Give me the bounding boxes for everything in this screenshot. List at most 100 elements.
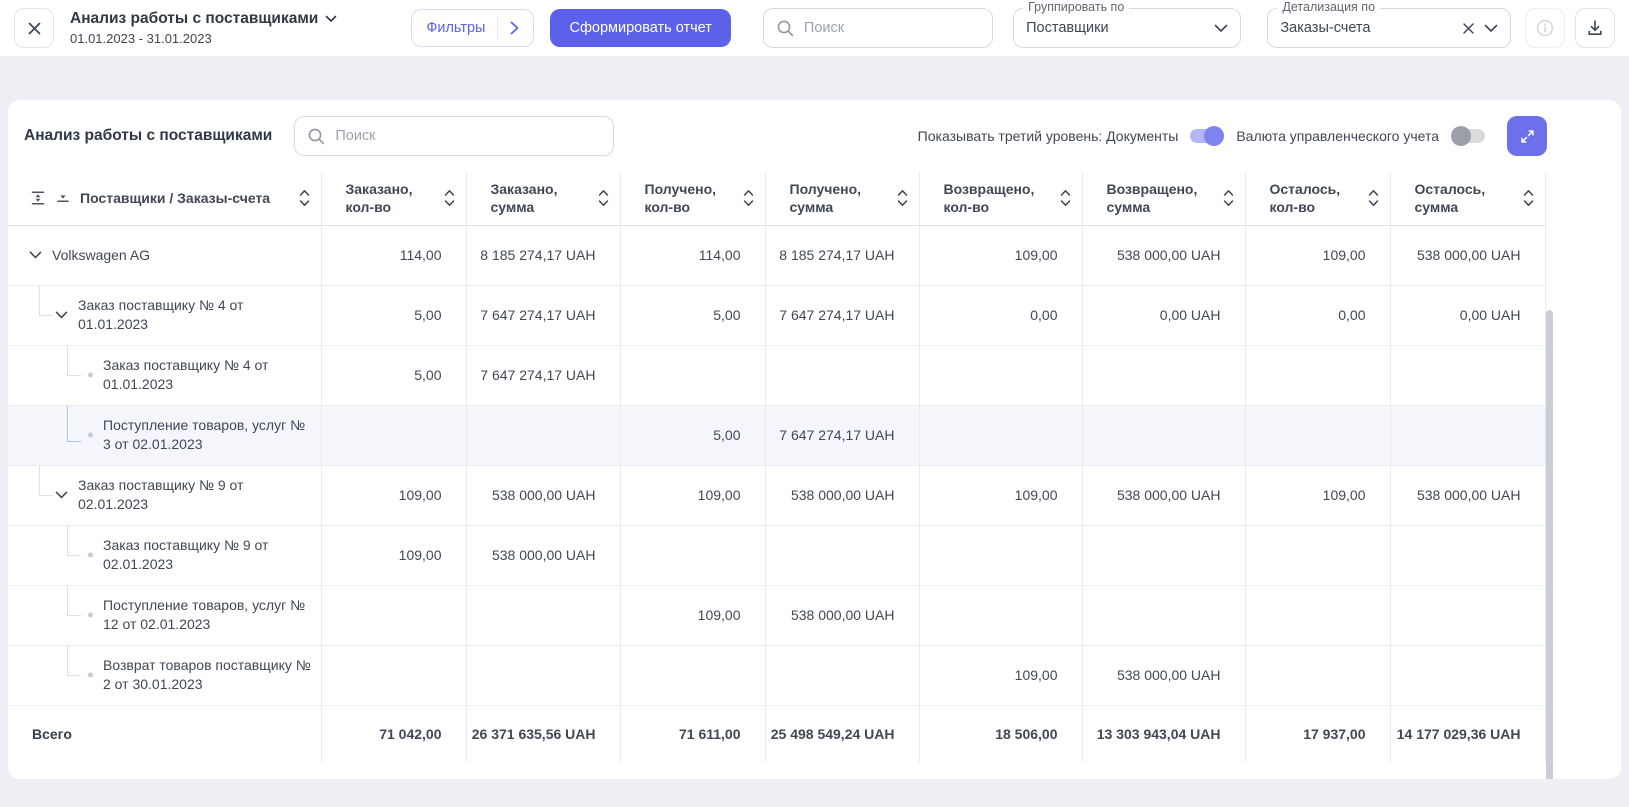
cell-value bbox=[764, 645, 919, 706]
column-header: Получено, кол-во bbox=[619, 172, 765, 226]
chevron-down-icon bbox=[1484, 24, 1498, 33]
panel-search[interactable] bbox=[294, 116, 615, 156]
row-expand-chevron-icon[interactable] bbox=[55, 491, 68, 500]
row-label[interactable]: Поступление товаров, услуг № 3 от 02.01.… bbox=[103, 417, 305, 452]
third-level-toggle[interactable] bbox=[1190, 126, 1225, 146]
row-label[interactable]: Заказ поставщику № 4 от 01.01.2023 bbox=[78, 297, 243, 332]
cell-value: 5,00 bbox=[320, 285, 466, 346]
fullscreen-button[interactable] bbox=[1507, 116, 1547, 156]
row-label[interactable]: Заказ поставщику № 4 от 01.01.2023 bbox=[103, 357, 268, 392]
close-report-button[interactable] bbox=[14, 8, 54, 48]
sort-icon[interactable] bbox=[443, 187, 456, 209]
sort-icon[interactable] bbox=[1059, 187, 1072, 209]
column-header-label: Возвращено, сумма bbox=[1106, 181, 1198, 216]
cell-value bbox=[1389, 585, 1546, 646]
cell-value: 109,00 bbox=[320, 525, 466, 586]
table-row: Заказ поставщику № 9 от 02.01.2023 109,00… bbox=[8, 525, 1546, 586]
report-panel: Анализ работы с поставщиками Показывать … bbox=[8, 100, 1621, 779]
filters-button-label: Фильтры bbox=[426, 20, 486, 36]
cell-value bbox=[320, 585, 466, 646]
cell-value: 538 000,00 UAH bbox=[465, 525, 620, 586]
tree-connector bbox=[39, 285, 53, 317]
sort-icon[interactable] bbox=[1367, 187, 1380, 209]
row-label[interactable]: Заказ поставщику № 9 от 02.01.2023 bbox=[103, 537, 268, 572]
cell-value bbox=[1081, 525, 1245, 586]
topbar-search-input[interactable] bbox=[803, 20, 981, 36]
sort-icon[interactable] bbox=[896, 187, 909, 209]
cell-value: 5,00 bbox=[619, 405, 765, 466]
topbar-search[interactable] bbox=[762, 8, 994, 48]
close-icon bbox=[27, 21, 42, 36]
column-header-label: Возвращено, кол-во bbox=[943, 181, 1035, 216]
total-cell: 17 937,00 bbox=[1244, 705, 1390, 762]
generate-report-button[interactable]: Сформировать отчет bbox=[550, 9, 731, 47]
panel-title: Анализ работы с поставщиками bbox=[24, 127, 273, 144]
cell-value: 109,00 bbox=[320, 465, 466, 526]
row-expand-chevron-icon[interactable] bbox=[55, 311, 68, 320]
download-button[interactable] bbox=[1575, 8, 1615, 48]
cell-value bbox=[320, 405, 466, 466]
row-label[interactable]: Возврат товаров поставщику № 2 от 30.01.… bbox=[103, 657, 311, 692]
sort-icon[interactable] bbox=[298, 187, 311, 209]
sort-icon[interactable] bbox=[597, 187, 610, 209]
cell-value: 114,00 bbox=[320, 225, 466, 286]
toggle-knob bbox=[1204, 126, 1225, 146]
row-expand-chevron-icon[interactable] bbox=[29, 251, 42, 260]
cell-value: 538 000,00 UAH bbox=[1389, 465, 1546, 526]
vertical-scrollbar[interactable] bbox=[1546, 310, 1553, 779]
total-cell: 13 303 943,04 UAH bbox=[1081, 705, 1245, 762]
sort-icon[interactable] bbox=[1522, 187, 1535, 209]
cell-value bbox=[1244, 405, 1390, 466]
column-header: Заказано, кол-во bbox=[320, 172, 466, 226]
row-label[interactable]: Поступление товаров, услуг № 12 от 02.01… bbox=[103, 597, 305, 632]
expand-all-rows-icon[interactable] bbox=[30, 190, 46, 206]
cell-value bbox=[918, 585, 1082, 646]
cell-value: 538 000,00 UAH bbox=[1081, 225, 1245, 286]
sort-icon[interactable] bbox=[742, 187, 755, 209]
cell-value: 109,00 bbox=[619, 465, 765, 526]
tree-connector bbox=[67, 645, 81, 677]
total-cell: 14 177 029,36 UAH bbox=[1389, 705, 1546, 762]
row-label-cell: Возврат товаров поставщику № 2 от 30.01.… bbox=[8, 645, 321, 706]
column-header: Осталось, сумма bbox=[1389, 172, 1546, 226]
total-cell: 71 042,00 bbox=[320, 705, 466, 762]
filters-button[interactable]: Фильтры bbox=[411, 9, 535, 47]
cell-value bbox=[1081, 345, 1245, 406]
cell-value bbox=[320, 645, 466, 706]
cell-value bbox=[1389, 405, 1546, 466]
group-by-select[interactable]: Группировать по Поставщики bbox=[1013, 0, 1242, 48]
row-label[interactable]: Volkswagen AG bbox=[52, 247, 150, 263]
row-label[interactable]: Заказ поставщику № 9 от 02.01.2023 bbox=[78, 477, 243, 512]
cell-value: 538 000,00 UAH bbox=[764, 465, 919, 526]
table-row: Заказ поставщику № 4 от 01.01.2023 5,00 7 … bbox=[8, 285, 1546, 346]
clear-icon[interactable] bbox=[1462, 22, 1475, 35]
total-cell: 25 498 549,24 UAH bbox=[764, 705, 919, 762]
totals-label: Всего bbox=[32, 725, 72, 742]
search-icon bbox=[307, 127, 326, 146]
cell-value bbox=[1244, 585, 1390, 646]
currency-toggle[interactable] bbox=[1451, 126, 1485, 146]
column-header-label: Осталось, сумма bbox=[1414, 181, 1486, 216]
report-title-dropdown[interactable]: Анализ работы с поставщиками bbox=[70, 10, 337, 28]
topbar: Анализ работы с поставщиками 01.01.2023 … bbox=[0, 0, 1629, 56]
cell-value: 109,00 bbox=[1244, 225, 1390, 286]
column-header-label: Заказано, кол-во bbox=[345, 181, 413, 216]
column-header-label: Получено, кол-во bbox=[644, 181, 717, 216]
cell-value bbox=[1244, 525, 1390, 586]
cell-value bbox=[764, 525, 919, 586]
info-button[interactable] bbox=[1525, 8, 1565, 48]
totals-row: Всего 71 042,00 26 371 635,56 UAH 71 611… bbox=[8, 705, 1546, 762]
table-header-row: Поставщики / Заказы-счета Заказано, кол-в… bbox=[8, 172, 1546, 226]
cell-value bbox=[465, 585, 620, 646]
sort-icon[interactable] bbox=[1222, 187, 1235, 209]
column-header: Осталось, кол-во bbox=[1244, 172, 1390, 226]
row-label-cell: Volkswagen AG bbox=[8, 225, 321, 286]
panel-search-input[interactable] bbox=[335, 128, 602, 144]
column-header: Получено, сумма bbox=[764, 172, 919, 226]
collapse-all-rows-icon[interactable] bbox=[55, 190, 71, 206]
cell-value bbox=[619, 525, 765, 586]
column-header-label: Заказано, сумма bbox=[490, 181, 558, 216]
detail-by-select[interactable]: Детализация по Заказы-счета bbox=[1267, 0, 1511, 48]
cell-value: 109,00 bbox=[918, 225, 1082, 286]
cell-value: 8 185 274,17 UAH bbox=[764, 225, 919, 286]
